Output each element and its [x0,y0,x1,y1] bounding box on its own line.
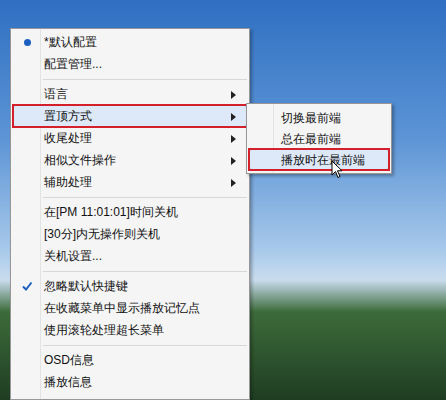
menu-separator [11,341,249,349]
menu-item[interactable]: 在收藏菜单中显示播放记忆点 [13,297,247,319]
radio-dot-icon [24,39,31,46]
menu-item[interactable]: 播放信息 [13,371,247,393]
menu-group: 在[PM 11:01:01]时间关机[30分]内无操作则关机关机设置... [11,193,249,267]
menu-separator [11,267,249,275]
submenu-item[interactable]: 播放时在最前端 [249,149,389,170]
menu-item[interactable]: 使用滚轮处理超长菜单 [13,319,247,341]
submenu-arrow-icon [231,91,236,99]
annotation-box [12,104,248,128]
menu-separator [11,193,249,201]
submenu-arrow-icon [231,113,236,121]
submenu-item[interactable]: 总在最前端 [249,128,389,149]
menu-item[interactable]: 置顶方式 [13,105,247,127]
menu-group: 语言置顶方式收尾处理相似文件操作辅助处理 [11,75,249,193]
menu-item[interactable]: 忽略默认快捷键 [13,275,247,297]
menu-item[interactable]: 辅助处理 [13,171,247,193]
menu-item[interactable]: 关机设置... [13,245,247,267]
submenu: 切换最前端总在最前端播放时在最前端 [246,103,392,174]
menu-item[interactable]: 配置管理... [13,53,247,75]
submenu-item[interactable]: 切换最前端 [249,107,389,128]
menu-item[interactable]: *默认配置 [13,31,247,53]
menu-separator [11,75,249,83]
menu-group: *默认配置配置管理... [11,31,249,75]
menu-item[interactable]: 语言 [13,83,247,105]
menu-item[interactable]: 相似文件操作 [13,149,247,171]
mouse-cursor-icon [331,160,343,179]
submenu-arrow-icon [231,135,236,143]
submenu-arrow-icon [231,157,236,165]
menu-group: 忽略默认快捷键在收藏菜单中显示播放记忆点使用滚轮处理超长菜单 [11,267,249,341]
submenu-arrow-icon [231,179,236,187]
menu-item[interactable]: OSD信息 [13,349,247,371]
menu-item[interactable]: [30分]内无操作则关机 [13,223,247,245]
context-menu: *默认配置配置管理...语言置顶方式收尾处理相似文件操作辅助处理在[PM 11:… [10,28,250,400]
check-icon [21,280,33,292]
menu-group: OSD信息播放信息 [11,341,249,393]
desktop: *默认配置配置管理...语言置顶方式收尾处理相似文件操作辅助处理在[PM 11:… [0,0,446,400]
annotation-box [248,148,390,171]
menu-item[interactable]: 在[PM 11:01:01]时间关机 [13,201,247,223]
menu-item[interactable]: 收尾处理 [13,127,247,149]
